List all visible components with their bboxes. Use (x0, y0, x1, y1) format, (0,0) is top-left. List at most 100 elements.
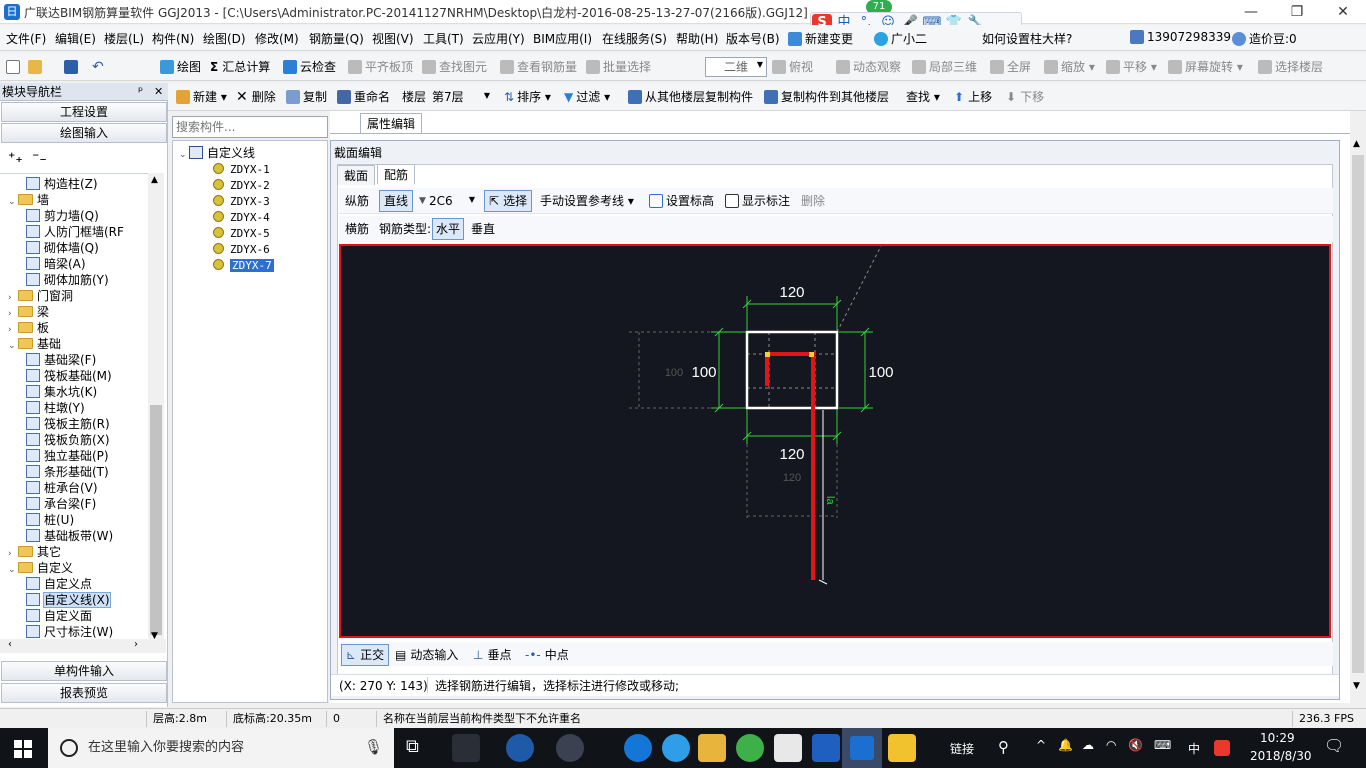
nav-tree-item[interactable]: 基础板带(W) (26, 528, 113, 544)
select-tool-button[interactable]: ⇱ 选择 (484, 190, 533, 212)
sort-button[interactable]: ⇅ 排序 ▾ (504, 89, 551, 105)
taskbar-active-app[interactable] (842, 728, 882, 768)
nav-tree-item[interactable]: 剪力墙(Q) (26, 208, 99, 224)
microphone-icon[interactable]: 🎙 (364, 738, 383, 756)
taskbar-app-green-icon[interactable] (736, 734, 764, 762)
maximize-button[interactable]: ❐ (1274, 0, 1320, 24)
menu-rebar[interactable]: 钢筋量(Q) (309, 30, 364, 47)
set-elevation-button[interactable]: 设置标高 (649, 193, 714, 209)
scroll-thumb[interactable] (1352, 155, 1364, 673)
save-icon[interactable] (64, 60, 78, 74)
copy-button[interactable]: 复制 (286, 89, 327, 105)
component-item[interactable]: ZDYX-2 (213, 177, 270, 193)
help-question[interactable]: 如何设置柱大样? (982, 30, 1072, 47)
undo-icon[interactable]: ↶ (92, 59, 104, 75)
taskbar-search[interactable]: 在这里输入你要搜索的内容 🎙 (48, 728, 394, 768)
dim-bottom-text[interactable]: 120 (779, 446, 804, 463)
select-floor-button[interactable]: 选择楼层 (1258, 59, 1323, 75)
nav-tree-item[interactable]: 砌体加筋(Y) (26, 272, 109, 288)
chevron-down-icon[interactable]: ⌄ (8, 562, 18, 578)
nav-tree-item[interactable]: 条形基础(T) (26, 464, 109, 480)
component-search[interactable] (172, 116, 328, 138)
floor-select[interactable]: 第7层 ▼ (430, 88, 494, 106)
menu-file[interactable]: 文件(F) (6, 30, 46, 47)
move-up-button[interactable]: ⬆ 上移 (954, 89, 992, 105)
ortho-button[interactable]: ⊾ 正交 (341, 644, 390, 666)
nav-tree-item[interactable]: 砌体墙(Q) (26, 240, 99, 256)
taskbar-app-ie-icon[interactable] (662, 734, 690, 762)
show-dim-button[interactable]: 显示标注 (725, 193, 790, 209)
horizontal-button[interactable]: 水平 (432, 218, 465, 240)
nav-tree-folder[interactable]: ⌄ 自定义 (8, 560, 73, 576)
menu-version[interactable]: 版本号(B) (726, 30, 780, 47)
wifi-icon[interactable]: ◠ (1106, 738, 1116, 752)
chevron-down-icon[interactable]: ⌄ (8, 194, 18, 210)
nav-tree-item[interactable]: 人防门框墙(RF (26, 224, 124, 240)
nav-tree-folder[interactable]: › 其它 (8, 544, 61, 560)
vertical-button[interactable]: 垂直 (471, 221, 495, 237)
local3d-button[interactable]: 局部三维 (912, 59, 977, 75)
rename-button[interactable]: 重命名 (337, 89, 390, 105)
delete-rebar-button[interactable]: 删除 (801, 193, 825, 209)
nav-section-single-input[interactable]: 单构件输入 (1, 661, 167, 681)
menu-draw[interactable]: 绘图(D) (203, 30, 246, 47)
pin-icon[interactable]: ᵖ (138, 83, 143, 99)
nav-tree-item[interactable]: 自定义面 (26, 608, 92, 624)
sogou-tray-icon[interactable] (1214, 740, 1230, 756)
zoom-button[interactable]: 缩放 ▾ (1044, 59, 1095, 75)
menu-view[interactable]: 视图(V) (372, 30, 414, 47)
nav-tree-scrollbar[interactable]: ▲ ▼ (148, 173, 164, 645)
taskbar-app-explorer-icon[interactable] (698, 734, 726, 762)
expand-all-icon[interactable]: ⁺₊ (8, 150, 23, 166)
taskbar-app-edge2-icon[interactable] (624, 734, 652, 762)
menu-bim[interactable]: BIM应用(I) (533, 30, 592, 47)
scroll-up-icon[interactable]: ▲ (1353, 139, 1360, 149)
component-search-input[interactable] (173, 117, 327, 137)
tray-link[interactable]: 链接 (950, 740, 974, 757)
find-element-button[interactable]: 查找图元 (422, 59, 487, 75)
tab-property-edit[interactable]: 属性编辑 (360, 113, 423, 133)
nav-tree-item[interactable]: 柱墩(Y) (26, 400, 85, 416)
dynamic-input-button[interactable]: ▤ 动态输入 (395, 647, 458, 663)
filter-button[interactable]: ▼ 过滤 ▾ (564, 89, 610, 105)
component-item[interactable]: ZDYX-5 (213, 225, 270, 241)
windows-start-icon[interactable] (14, 740, 32, 758)
rebar-grip[interactable] (765, 352, 770, 357)
taskbar-app-fan-icon[interactable] (452, 734, 480, 762)
nav-tree-folder[interactable]: › 梁 (8, 304, 49, 320)
scroll-left-icon[interactable]: ‹ (8, 639, 12, 650)
nav-tree-folder[interactable]: ⌄ 基础 (8, 336, 61, 352)
midpoint-button[interactable]: -•- 中点 (525, 647, 569, 663)
nav-tree-item[interactable]: 筏板负筋(X) (26, 432, 110, 448)
taskbar-app-browser-icon[interactable] (556, 734, 584, 762)
rebar-grip[interactable] (809, 352, 814, 357)
nav-tree-folder[interactable]: › 板 (8, 320, 49, 336)
dim-top-text[interactable]: 120 (779, 284, 804, 301)
component-item[interactable]: ZDYX-1 (213, 161, 270, 177)
nav-tree-item[interactable]: 尺寸标注(W) (26, 624, 113, 640)
tray-date[interactable]: 2018/8/30 (1250, 749, 1312, 763)
chevron-down-icon[interactable]: ▼ (419, 193, 426, 209)
component-item[interactable]: ZDYX-6 (213, 241, 270, 257)
dynamic-view-button[interactable]: 动态观察 (836, 59, 901, 75)
nav-section-project-settings[interactable]: 工程设置 (1, 102, 167, 122)
chevron-down-icon[interactable]: ⌄ (8, 338, 18, 354)
component-item[interactable]: ZDYX-3 (213, 193, 270, 209)
section-drawing-canvas[interactable]: 120 120 120 100 100 100 la (339, 244, 1331, 638)
find-button[interactable]: 查找 ▾ (906, 89, 940, 105)
scroll-right-icon[interactable]: › (134, 639, 138, 650)
collapse-all-icon[interactable]: ⁻₋ (32, 150, 47, 166)
scroll-down-icon[interactable]: ▼ (1353, 681, 1360, 691)
new-component-button[interactable]: 新建 ▾ (176, 89, 227, 105)
menu-help[interactable]: 帮助(H) (676, 30, 718, 47)
menu-cloud[interactable]: 云应用(Y) (472, 30, 525, 47)
new-file-icon[interactable] (6, 60, 20, 74)
cloud-check-button[interactable]: 云检查 (283, 59, 336, 75)
view-mode-select[interactable]: 二维 ▼ (705, 57, 767, 77)
component-item[interactable]: ZDYX-4 (213, 209, 270, 225)
copy-to-floor-button[interactable]: 复制构件到其他楼层 (764, 89, 889, 105)
close-button[interactable]: ✕ (1320, 0, 1366, 24)
align-top-button[interactable]: 平齐板顶 (348, 59, 413, 75)
manual-ref-button[interactable]: 手动设置参考线 ▾ (540, 193, 634, 209)
delete-button[interactable]: ✕ 删除 (236, 89, 276, 105)
